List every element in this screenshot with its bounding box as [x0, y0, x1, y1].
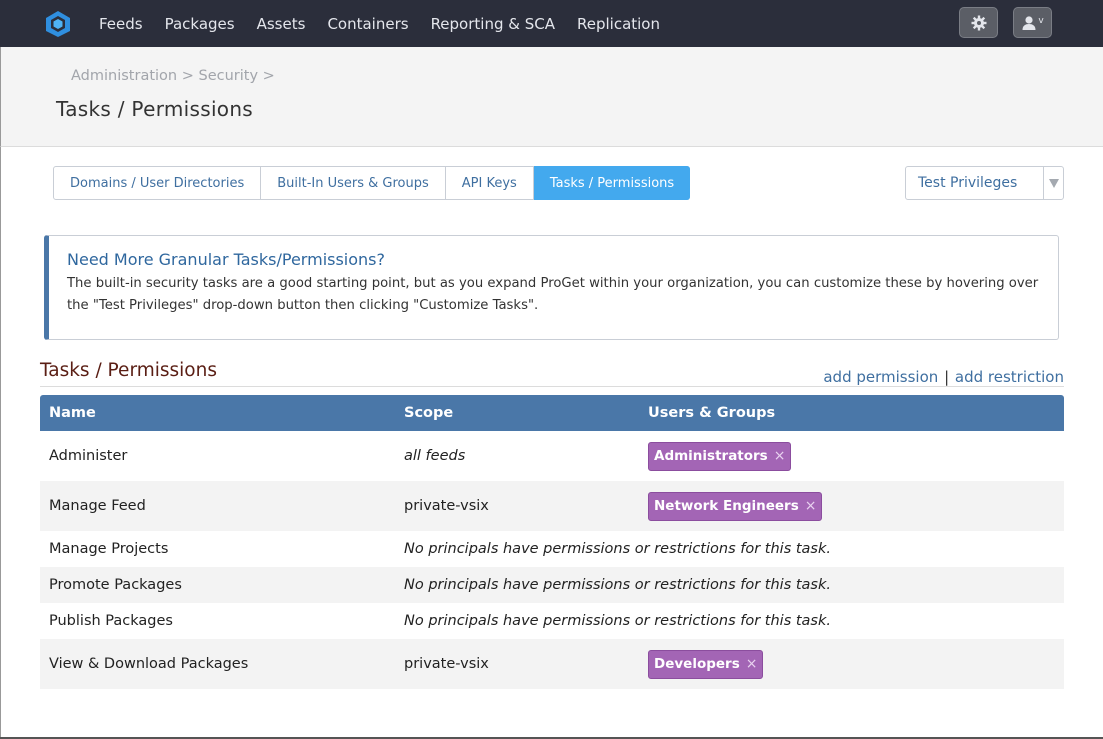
table-header: Name Scope Users & Groups	[40, 395, 1064, 431]
principals: Administrators ×	[648, 441, 792, 471]
task-name: Administer	[49, 448, 128, 464]
remove-icon[interactable]: ×	[746, 656, 758, 672]
user-icon	[1022, 15, 1036, 30]
tab-built-in-users-groups[interactable]: Built-In Users & Groups	[261, 167, 446, 199]
no-principals-message: No principals have permissions or restri…	[404, 577, 831, 593]
table-row: Promote Packages No principals have perm…	[40, 567, 1064, 603]
task-name: Publish Packages	[49, 613, 173, 629]
task-name: View & Download Packages	[49, 656, 249, 672]
column-header-users-groups: Users & Groups	[648, 405, 776, 421]
nav-reporting-sca[interactable]: Reporting & SCA	[431, 15, 555, 33]
tab-api-keys[interactable]: API Keys	[446, 167, 534, 199]
principal-name[interactable]: Administrators	[654, 448, 768, 464]
main-nav: Feeds Packages Assets Containers Reporti…	[88, 0, 671, 47]
principal-chip: Developers ×	[648, 649, 764, 679]
task-scope: private-vsix	[404, 498, 489, 514]
tab-domains-user-directories[interactable]: Domains / User Directories	[54, 167, 262, 199]
nav-packages[interactable]: Packages	[165, 15, 235, 33]
task-name: Manage Projects	[49, 541, 169, 557]
section-title: Tasks / Permissions	[40, 360, 217, 381]
frame-border	[0, 147, 1, 739]
proget-logo[interactable]	[45, 10, 71, 38]
info-text: The built-in security tasks are a good s…	[67, 276, 1039, 313]
table-row: Publish Packages No principals have perm…	[40, 603, 1064, 639]
gear-icon	[971, 15, 986, 30]
tab-tasks-permissions[interactable]: Tasks / Permissions	[533, 166, 691, 200]
column-header-name: Name	[49, 405, 96, 421]
principal-name[interactable]: Network Engineers	[654, 498, 799, 514]
task-name: Manage Feed	[49, 498, 146, 514]
breadcrumb: Administration > Security >	[71, 68, 275, 84]
remove-icon[interactable]: ×	[774, 448, 786, 464]
principal-chip: Network Engineers ×	[648, 491, 823, 521]
nav-assets[interactable]: Assets	[257, 15, 306, 33]
nav-replication[interactable]: Replication	[577, 15, 660, 33]
info-callout: Need More Granular Tasks/Permissions? Th…	[44, 235, 1059, 340]
table-row: Administer all feeds Administrators ×	[40, 431, 1064, 481]
principal-chip: Administrators ×	[648, 441, 792, 471]
table-row: View & Download Packages private-vsix De…	[40, 639, 1064, 689]
test-privileges-dropdown[interactable]: Test Privileges	[905, 166, 1064, 200]
page-title: Tasks / Permissions	[56, 97, 254, 121]
section-actions: add permission | add restriction	[823, 368, 1064, 386]
test-privileges-label: Test Privileges	[918, 175, 1018, 191]
breadcrumb-administration[interactable]: Administration	[71, 68, 177, 84]
nav-containers[interactable]: Containers	[327, 15, 408, 33]
remove-icon[interactable]: ×	[805, 498, 817, 514]
page-header: Administration > Security > Tasks / Perm…	[0, 47, 1103, 147]
no-principals-message: No principals have permissions or restri…	[404, 613, 831, 629]
info-title: Need More Granular Tasks/Permissions?	[67, 250, 386, 269]
nav-feeds[interactable]: Feeds	[99, 15, 143, 33]
link-separator: |	[944, 368, 950, 386]
user-caret: v	[1038, 15, 1044, 26]
table-row: Manage Projects No principals have permi…	[40, 531, 1064, 567]
breadcrumb-separator: >	[181, 68, 194, 84]
principal-name[interactable]: Developers	[654, 656, 740, 672]
task-scope: private-vsix	[404, 656, 489, 672]
task-name: Promote Packages	[49, 577, 182, 593]
security-tabs: Domains / User Directories Built-In User…	[53, 166, 691, 200]
top-navbar: Feeds Packages Assets Containers Reporti…	[0, 0, 1103, 47]
column-header-scope: Scope	[404, 405, 454, 421]
divider	[40, 386, 1064, 387]
user-menu-button[interactable]: v	[1013, 7, 1052, 38]
no-principals-message: No principals have permissions or restri…	[404, 541, 831, 557]
permissions-table: Name Scope Users & Groups Administer all…	[40, 395, 1064, 689]
principals: Developers ×	[648, 649, 764, 679]
task-scope: all feeds	[404, 448, 466, 464]
table-row: Manage Feed private-vsix Network Enginee…	[40, 481, 1064, 531]
principals: Network Engineers ×	[648, 491, 823, 521]
chevron-down-icon	[1043, 167, 1063, 199]
breadcrumb-security[interactable]: Security	[198, 68, 258, 84]
breadcrumb-separator: >	[262, 68, 275, 84]
settings-button[interactable]	[959, 7, 998, 38]
add-permission-link[interactable]: add permission	[823, 368, 938, 386]
add-restriction-link[interactable]: add restriction	[955, 368, 1064, 386]
